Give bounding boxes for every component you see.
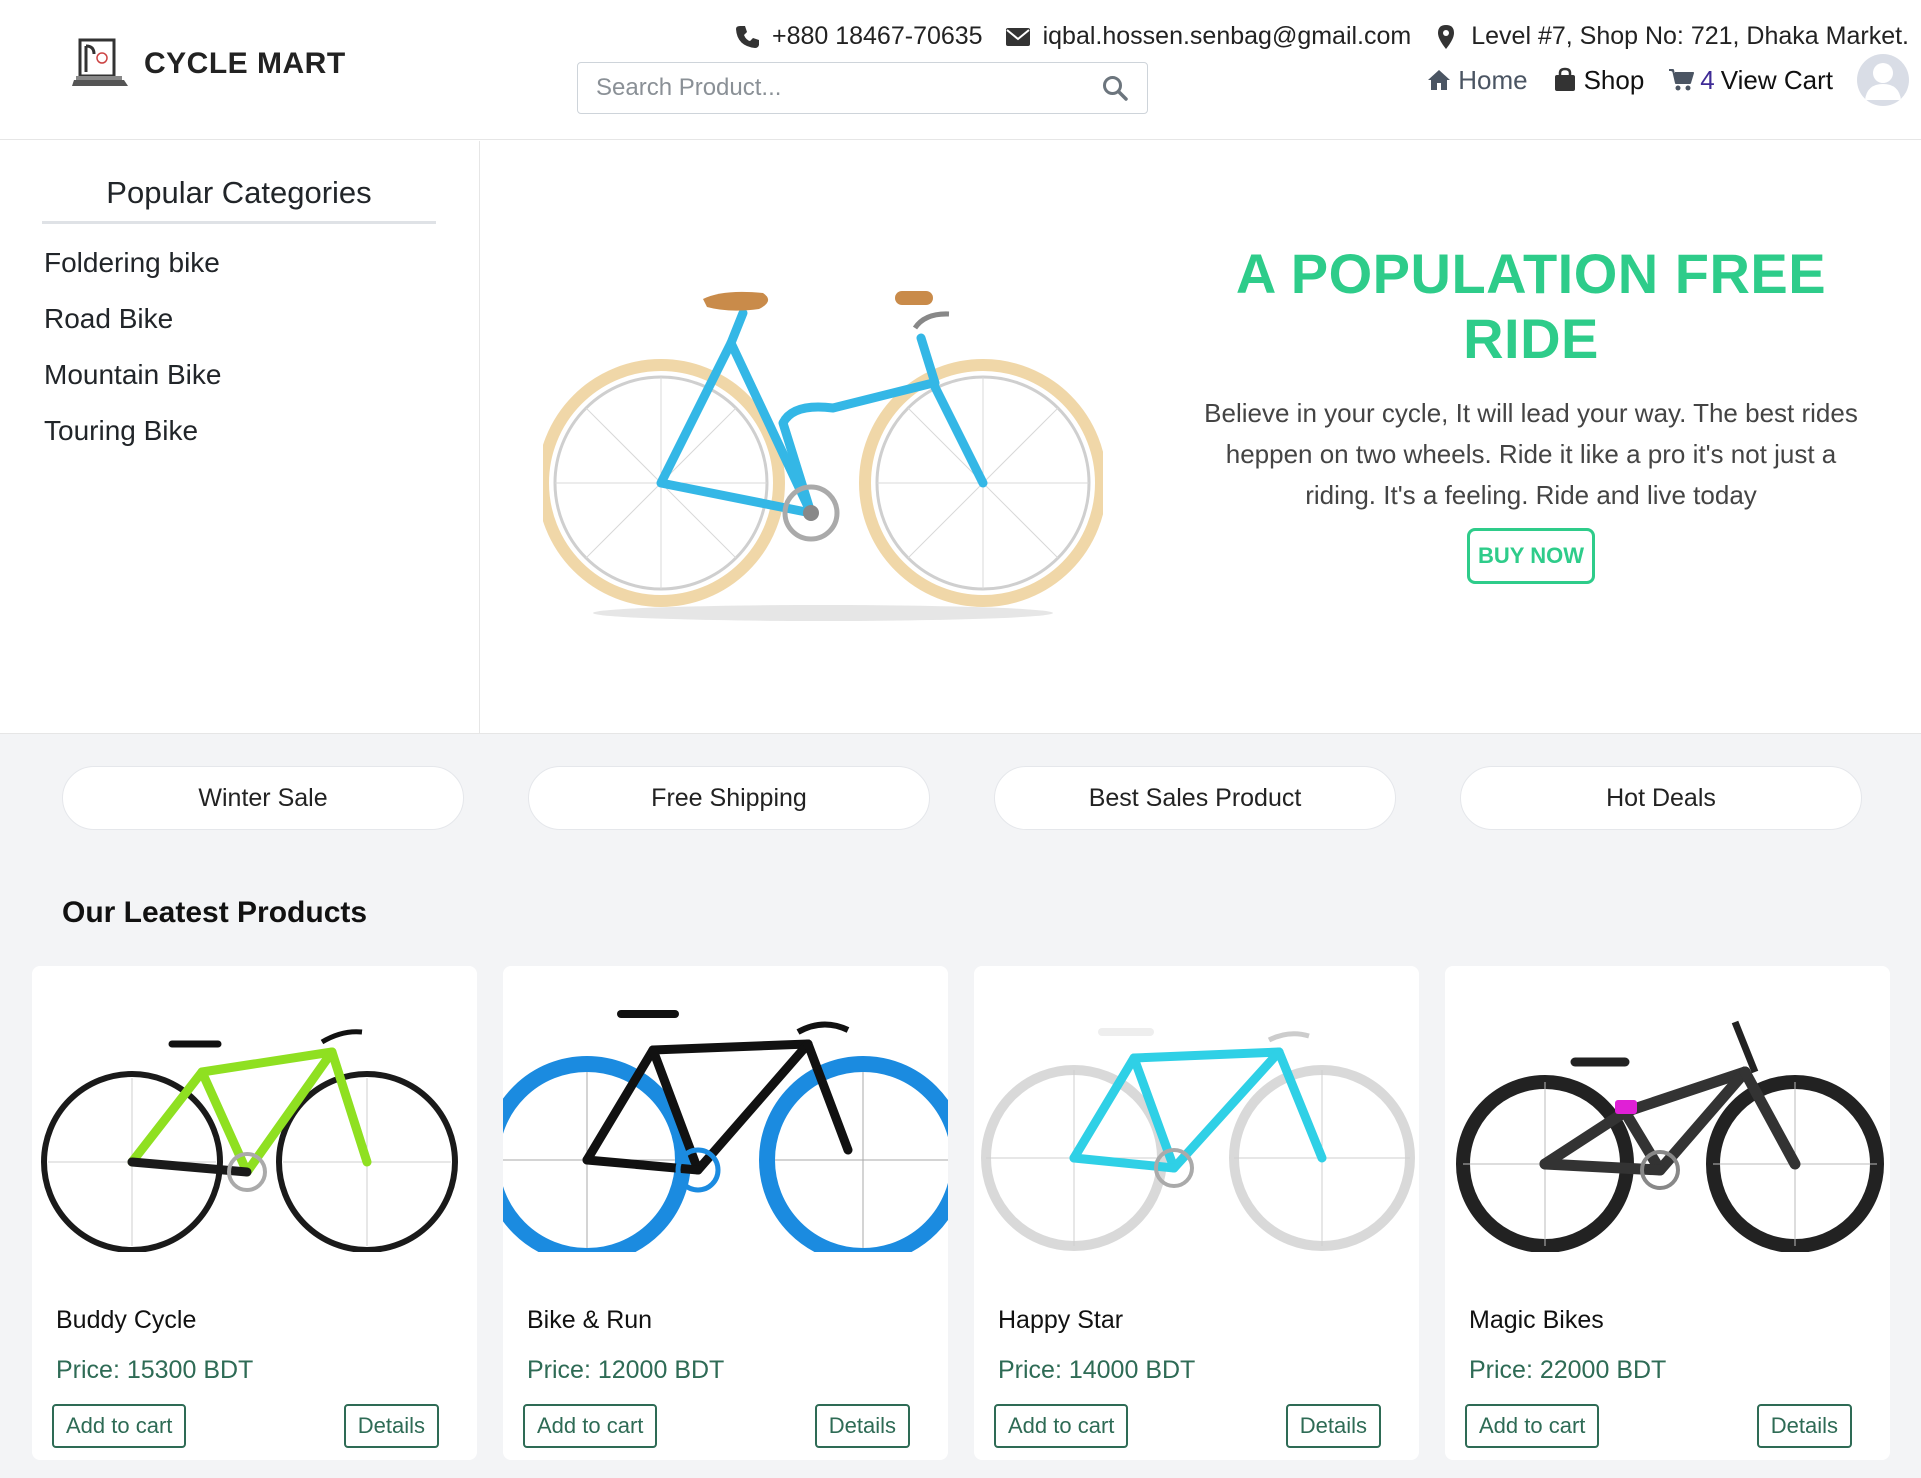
avatar-silhouette [1865,63,1901,100]
category-sidebar: Popular Categories Foldering bike Road B… [0,141,480,733]
logo-laptop-icon [72,38,128,86]
email-address: iqbal.hossen.senbag@gmail.com [1042,22,1412,50]
product-name: Happy Star [998,1306,1124,1334]
promo-winter-sale[interactable]: Winter Sale [62,766,464,830]
category-list: Foldering bike Road Bike Mountain Bike T… [44,235,221,459]
phone-number: +880 18467-70635 [771,22,983,50]
details-button[interactable]: Details [343,1404,439,1448]
product-card: Buddy Cycle Price: 15300 BDT Add to cart… [32,966,477,1460]
nav-view-cart[interactable]: 4 View Cart [1668,65,1833,96]
nav-shop[interactable]: Shop [1552,64,1645,96]
promo-hot-deals[interactable]: Hot Deals [1460,766,1862,830]
product-image [1456,1020,1884,1252]
site-header: CYCLE MART +880 18467-70635 iqbal.hossen… [0,0,1921,140]
search-bar [577,62,1148,114]
product-image [981,1028,1415,1251]
brand-logo[interactable]: CYCLE MART [72,36,346,92]
phone-icon [735,25,759,48]
promo-pills: Winter Sale Free Shipping Best Sales Pro… [62,766,1862,830]
search-input[interactable] [596,74,1101,102]
product-card: Happy Star Price: 14000 BDT Add to cart … [974,966,1419,1460]
details-button[interactable]: Details [814,1404,910,1448]
shopping-bag-icon [1554,67,1575,91]
product-name: Bike & Run [527,1306,653,1334]
category-item[interactable]: Foldering bike [44,235,221,291]
cart-icon [1669,69,1695,91]
product-card: Bike & Run Price: 12000 BDT Add to cart … [503,966,948,1460]
details-button[interactable]: Details [1756,1404,1852,1448]
contact-bar: +880 18467-70635 iqbal.hossen.senbag@gma… [724,22,1909,51]
hero-banner: A POPULATION FREE RIDE Believe in your c… [481,141,1921,733]
add-to-cart-button[interactable]: Add to cart [994,1404,1129,1448]
home-icon [1428,70,1451,90]
promo-free-shipping[interactable]: Free Shipping [528,766,930,830]
product-price: Price: 22000 BDT [1469,1356,1667,1384]
nav-home[interactable]: Home [1426,64,1528,96]
add-to-cart-button[interactable]: Add to cart [1465,1404,1600,1448]
nav-cart-label: View Cart [1720,64,1833,95]
search-icon[interactable] [1101,74,1129,102]
product-name: Buddy Cycle [56,1306,197,1334]
add-to-cart-button[interactable]: Add to cart [523,1404,658,1448]
main-nav: Home Shop 4 View Cart [1426,54,1909,106]
add-to-cart-button[interactable]: Add to cart [52,1404,187,1448]
cart-count-badge: 4 [1700,64,1715,95]
section-title: Our Leatest Products [62,896,368,929]
promo-best-sales[interactable]: Best Sales Product [994,766,1396,830]
details-button[interactable]: Details [1285,1404,1381,1448]
product-image [503,1010,948,1252]
contact-email: iqbal.hossen.senbag@gmail.com [1005,22,1412,51]
product-grid: Buddy Cycle Price: 15300 BDT Add to cart… [32,966,1890,1460]
contact-address: Level #7, Shop No: 721, Dhaka Market. [1433,22,1909,51]
store-address: Level #7, Shop No: 721, Dhaka Market. [1471,22,1909,50]
product-price: Price: 12000 BDT [527,1356,725,1384]
product-price: Price: 15300 BDT [56,1356,254,1384]
nav-home-label: Home [1458,64,1528,95]
product-image [41,1029,458,1252]
product-name: Magic Bikes [1469,1306,1604,1334]
sidebar-title: Popular Categories [42,175,436,224]
products-area: Winter Sale Free Shipping Best Sales Pro… [0,733,1921,1478]
user-avatar-icon[interactable] [1857,54,1909,106]
hero-title: A POPULATION FREE RIDE [1235,242,1827,370]
envelope-icon [1005,27,1030,46]
brand-name: CYCLE MART [144,47,346,80]
product-card: Magic Bikes Price: 22000 BDT Add to cart… [1445,966,1890,1460]
category-item[interactable]: Road Bike [44,291,221,347]
hero-description: Believe in your cycle, It will lead your… [1204,398,1858,510]
contact-phone: +880 18467-70635 [734,22,983,51]
category-item[interactable]: Touring Bike [44,403,221,459]
hero-text-block: A POPULATION FREE RIDE Believe in your c… [1181,241,1881,584]
nav-shop-label: Shop [1583,64,1645,95]
product-price: Price: 14000 BDT [998,1356,1196,1384]
hero-bicycle-image [543,291,1103,621]
map-marker-icon [1438,24,1455,49]
buy-now-button[interactable]: BUY NOW [1467,528,1595,584]
category-item[interactable]: Mountain Bike [44,347,221,403]
